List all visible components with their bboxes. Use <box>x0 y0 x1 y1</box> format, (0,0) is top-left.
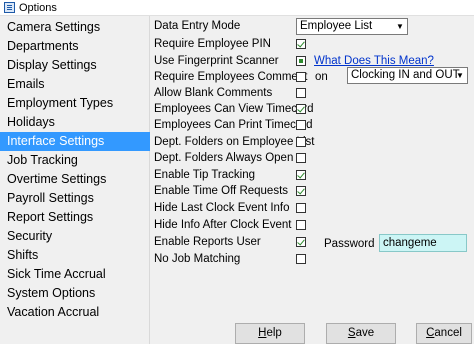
interface-settings-panel: Data Entry Mode Employee List ▼ Require … <box>150 16 474 344</box>
sidebar-item-system-options[interactable]: System Options <box>0 284 150 303</box>
sidebar-item-holidays[interactable]: Holidays <box>0 113 150 132</box>
sidebar-item-job-tracking[interactable]: Job Tracking <box>0 151 150 170</box>
help-button-label: elp <box>266 327 282 339</box>
data-entry-mode-select[interactable]: Employee List ▼ <box>296 18 408 35</box>
enable-tip-tracking-label: Enable Tip Tracking <box>154 169 256 181</box>
allow-blank-comments-checkbox[interactable] <box>296 88 306 98</box>
employees-can-view-timecard-label: Employees Can View Timecard <box>154 103 314 115</box>
sidebar-item-display-settings[interactable]: Display Settings <box>0 56 150 75</box>
employees-can-print-timecard-label: Employees Can Print Timecard <box>154 119 313 131</box>
window-title: Options <box>19 2 57 14</box>
data-entry-mode-value: Employee List <box>300 20 373 32</box>
sidebar: Camera Settings Departments Display Sett… <box>0 16 150 344</box>
sidebar-item-employment-types[interactable]: Employment Types <box>0 94 150 113</box>
help-button[interactable]: Help <box>235 323 305 344</box>
hide-info-after-clock-event-checkbox[interactable] <box>296 220 306 230</box>
sidebar-item-interface-settings[interactable]: Interface Settings <box>0 132 150 151</box>
employees-can-view-timecard-checkbox[interactable] <box>296 104 306 114</box>
enable-time-off-requests-checkbox[interactable] <box>296 186 306 196</box>
no-job-matching-checkbox[interactable] <box>296 254 306 264</box>
sidebar-item-camera-settings[interactable]: Camera Settings <box>0 18 150 37</box>
require-employees-comment-checkbox[interactable] <box>296 72 306 82</box>
sidebar-item-sick-time-accrual[interactable]: Sick Time Accrual <box>0 265 150 284</box>
enable-reports-user-checkbox[interactable] <box>296 237 306 247</box>
what-does-this-mean-link[interactable]: What Does This Mean? <box>314 54 434 68</box>
allow-blank-comments-label: Allow Blank Comments <box>154 87 273 99</box>
comment-on-value: Clocking IN and OUT <box>351 69 460 81</box>
enable-tip-tracking-checkbox[interactable] <box>296 170 306 180</box>
cancel-button[interactable]: Cancel <box>416 323 472 344</box>
hide-last-clock-event-info-checkbox[interactable] <box>296 203 306 213</box>
require-employees-comment-label: Require Employees Comment <box>154 71 308 83</box>
save-button-label: ave <box>355 327 375 339</box>
use-fingerprint-scanner-checkbox[interactable] <box>296 56 306 66</box>
cancel-button-label: ancel <box>434 327 462 339</box>
save-button[interactable]: Save <box>326 323 396 344</box>
hide-last-clock-event-info-label: Hide Last Clock Event Info <box>154 202 290 214</box>
password-label: Password <box>324 238 375 250</box>
options-window-icon <box>4 2 15 13</box>
dept-folders-always-open-label: Dept. Folders Always Open <box>154 152 294 164</box>
comment-on-label: on <box>315 71 328 83</box>
sidebar-item-departments[interactable]: Departments <box>0 37 150 56</box>
password-input[interactable]: changeme <box>379 234 467 252</box>
require-employee-pin-label: Require Employee PIN <box>154 38 271 50</box>
data-entry-mode-label: Data Entry Mode <box>154 20 241 32</box>
chevron-down-icon: ▼ <box>456 71 464 80</box>
sidebar-item-vacation-accrual[interactable]: Vacation Accrual <box>0 303 150 322</box>
dept-folders-on-employee-list-checkbox[interactable] <box>296 137 306 147</box>
save-button-mnemonic: S <box>347 327 356 339</box>
dept-folders-always-open-checkbox[interactable] <box>296 153 306 163</box>
dept-folders-on-employee-list-label: Dept. Folders on Employee List <box>154 136 315 148</box>
sidebar-item-emails[interactable]: Emails <box>0 75 150 94</box>
chevron-down-icon: ▼ <box>396 22 404 31</box>
employees-can-print-timecard-checkbox[interactable] <box>296 120 306 130</box>
password-value: changeme <box>383 237 437 249</box>
hide-info-after-clock-event-label: Hide Info After Clock Event <box>154 219 292 231</box>
enable-time-off-requests-label: Enable Time Off Requests <box>154 185 289 197</box>
sidebar-item-overtime-settings[interactable]: Overtime Settings <box>0 170 150 189</box>
sidebar-item-shifts[interactable]: Shifts <box>0 246 150 265</box>
sidebar-item-security[interactable]: Security <box>0 227 150 246</box>
button-bar: Help Save Cancel <box>150 322 474 344</box>
use-fingerprint-scanner-label: Use Fingerprint Scanner <box>154 55 279 67</box>
title-bar: Options <box>0 0 474 16</box>
sidebar-item-report-settings[interactable]: Report Settings <box>0 208 150 227</box>
comment-on-select[interactable]: Clocking IN and OUT ▼ <box>347 67 468 84</box>
sidebar-item-payroll-settings[interactable]: Payroll Settings <box>0 189 150 208</box>
require-employee-pin-checkbox[interactable] <box>296 39 306 49</box>
no-job-matching-label: No Job Matching <box>154 253 241 265</box>
enable-reports-user-label: Enable Reports User <box>154 236 261 248</box>
